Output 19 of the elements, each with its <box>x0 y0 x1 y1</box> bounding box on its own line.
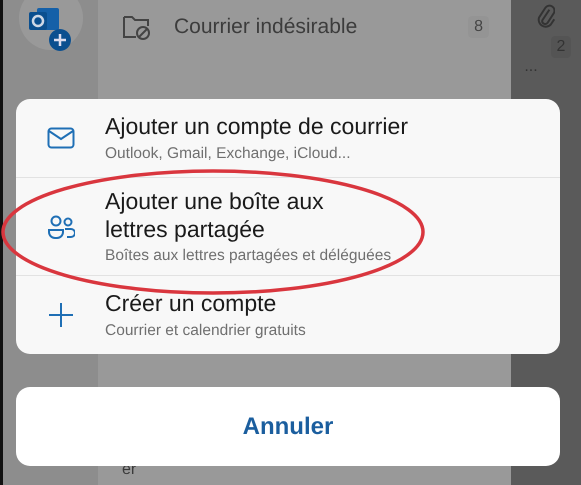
item-subtitle: Outlook, Gmail, Exchange, iCloud... <box>105 144 352 163</box>
item-subtitle: Courrier et calendrier gratuits <box>105 322 306 340</box>
item-subtitle: Boîtes aux lettres partagées et déléguées <box>105 247 392 266</box>
folder-label: Courrier indésirable <box>174 15 358 39</box>
item-title: Ajouter une boîte aux lettres partagée <box>105 188 325 244</box>
plus-icon <box>48 302 74 328</box>
item-title: Ajouter un compte de courrier <box>105 113 408 141</box>
mail-icon <box>46 127 74 149</box>
avatar[interactable] <box>18 0 82 50</box>
menu-item[interactable]: Ajouter une boîte aux lettres partagée Boîtes aux lettres partagées et déléguées <box>16 177 560 276</box>
unread-count: 8 <box>468 16 489 38</box>
people-icon <box>46 214 74 239</box>
cancel-button[interactable]: Annuler <box>16 387 560 466</box>
paperclip-icon <box>537 4 555 30</box>
menu-item[interactable]: Ajouter un compte de courrier Outlook, Gmail, Exchange, iCloud... <box>16 99 560 177</box>
menu-item[interactable]: Créer un compte Courrier et calendrier gratuits <box>16 275 560 354</box>
item-title: Créer un compte <box>105 290 278 318</box>
folder-blocked-icon <box>122 13 152 41</box>
more-indicator: ... <box>524 58 538 76</box>
